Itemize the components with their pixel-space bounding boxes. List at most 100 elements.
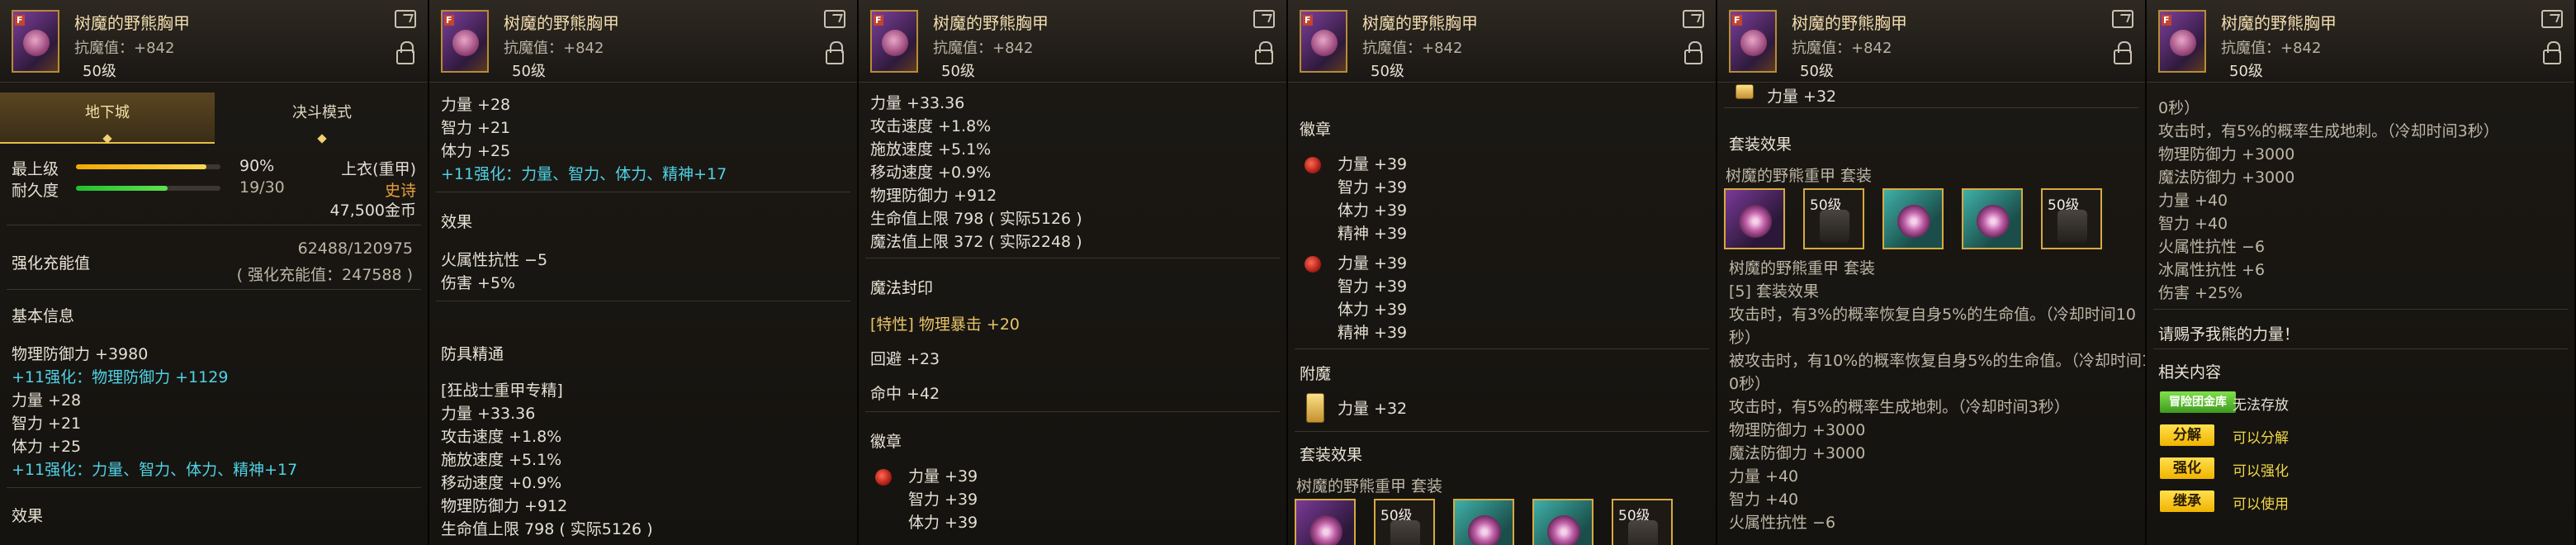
enchant-card-icon bbox=[1306, 393, 1324, 423]
emblem-title: 徽章 bbox=[1300, 121, 1332, 139]
set-item-icon[interactable] bbox=[1962, 188, 2023, 249]
stat-vit: 体力 +25 bbox=[12, 438, 82, 456]
e-str: 力量 +39 bbox=[908, 467, 978, 486]
set-item-icon[interactable] bbox=[1532, 499, 1593, 545]
set-item-icon[interactable] bbox=[1724, 188, 1785, 249]
divider bbox=[1295, 431, 1709, 432]
divider bbox=[2153, 348, 2568, 349]
item-header: F 树魔的野熊胸甲 抗魔值：+842 50级 bbox=[429, 0, 857, 83]
tooltip-panel-6: F 树魔的野熊胸甲 抗魔值：+842 50级 0秒） 攻击时，有5%的概率生成地… bbox=[2147, 0, 2576, 545]
desc-3: 攻击时，有5%的概率生成地刺。（冷却时间3秒） bbox=[2158, 122, 2499, 140]
item-header: F 树魔的野熊胸甲 抗魔值：+842 50级 bbox=[1717, 0, 2145, 83]
item-resistance: 抗魔值：+842 bbox=[933, 40, 1034, 57]
item-icon: F bbox=[2158, 10, 2206, 73]
desc-2a: 被攻击时，有10%的概率恢复自身5%的生命值。（冷却时间1 bbox=[1729, 352, 2147, 370]
set-item-icon[interactable] bbox=[1453, 499, 1514, 545]
set-effect-title: 套装效果 bbox=[1300, 446, 1363, 464]
set-item-icon[interactable] bbox=[1295, 499, 1356, 545]
inherit-button[interactable]: 继承 bbox=[2160, 490, 2214, 512]
trait: [特性] 物理暴击 +20 bbox=[870, 315, 1020, 334]
set-item-icon[interactable]: 50级 bbox=[2041, 188, 2102, 249]
effects-title: 效果 bbox=[441, 213, 473, 231]
e2-vit: 体力 +39 bbox=[1338, 301, 1408, 319]
hit: 命中 +42 bbox=[870, 385, 940, 403]
e2-int: 智力 +39 bbox=[1338, 277, 1408, 296]
enchant-title: 附魔 bbox=[1300, 365, 1332, 383]
flavor-text: 请赐予我熊的力量！ bbox=[2158, 325, 2300, 344]
bear-face-icon bbox=[23, 30, 50, 56]
vault-button[interactable]: 冒险团金库 bbox=[2160, 391, 2236, 413]
set-item-icon[interactable]: 50级 bbox=[1803, 188, 1864, 249]
divider bbox=[7, 289, 421, 290]
stat-vit: 体力 +25 bbox=[441, 142, 511, 160]
desc-cont: 0秒） bbox=[2158, 99, 2200, 117]
lock-icon[interactable] bbox=[2543, 41, 2561, 64]
item-level: 50级 bbox=[83, 63, 116, 80]
set-int: 智力 +40 bbox=[2158, 215, 2228, 233]
related-title: 相关内容 bbox=[2158, 363, 2222, 382]
m-str: 力量 +33.36 bbox=[441, 405, 536, 423]
set-mdef: 魔法防御力 +3000 bbox=[1729, 444, 1866, 462]
m-cast: 施放速度 +5.1% bbox=[441, 451, 562, 469]
m-hp: 生命值上限 798 ( 实际5126 ) bbox=[441, 520, 653, 538]
item-level: 50级 bbox=[941, 63, 975, 80]
armor-type: 上衣(重甲) bbox=[341, 160, 416, 178]
share-icon[interactable] bbox=[1253, 10, 1275, 28]
lock-icon[interactable] bbox=[396, 41, 414, 64]
vault-status: 无法存放 bbox=[2233, 397, 2289, 414]
item-name: 树魔的野熊胸甲 bbox=[74, 13, 190, 33]
tooltip-panel-4: F 树魔的野熊胸甲 抗魔值：+842 50级 徽章 力量 +39 智力 +39 … bbox=[1288, 0, 1717, 545]
icon-tag: F bbox=[1303, 15, 1313, 26]
icon-tag: F bbox=[444, 15, 454, 26]
set-item-icon[interactable]: 50级 bbox=[1612, 499, 1673, 545]
enhance-note: ( 强化充能值：247588 ) bbox=[236, 266, 413, 284]
set-item-icon[interactable]: 50级 bbox=[1374, 499, 1435, 545]
item-header: F 树魔的野熊胸甲 抗魔值：+842 50级 bbox=[859, 0, 1286, 83]
set-fire: 火属性抗性 −6 bbox=[2158, 238, 2266, 256]
set-item-icon[interactable] bbox=[1882, 188, 1944, 249]
set-int: 智力 +40 bbox=[1729, 490, 1799, 509]
item-icon: F bbox=[441, 10, 489, 73]
desc-3: 攻击时，有5%的概率生成地刺。（冷却时间3秒） bbox=[1729, 398, 2070, 416]
item-header: F 树魔的野熊胸甲 抗魔值：+842 50级 bbox=[1288, 0, 1716, 83]
share-icon[interactable] bbox=[2112, 10, 2133, 28]
decompose-button[interactable]: 分解 bbox=[2160, 424, 2214, 446]
item-resistance: 抗魔值：+842 bbox=[2221, 40, 2322, 57]
enhance-button[interactable]: 强化 bbox=[2160, 457, 2214, 479]
item-level: 50级 bbox=[1800, 63, 1834, 80]
icon-tag: F bbox=[2162, 15, 2171, 26]
e2-spi: 精神 +39 bbox=[1338, 324, 1408, 342]
lock-icon[interactable] bbox=[1255, 41, 1273, 64]
price: 47,500金币 bbox=[329, 201, 416, 220]
e-int: 智力 +39 bbox=[908, 490, 978, 509]
m-def: 物理防御力 +912 bbox=[870, 187, 997, 205]
bear-face-icon bbox=[2170, 30, 2196, 56]
item-name: 树魔的野熊胸甲 bbox=[933, 13, 1049, 33]
bear-face-icon bbox=[452, 30, 479, 56]
share-icon[interactable] bbox=[395, 10, 416, 28]
mastery-title: 防具精通 bbox=[441, 345, 504, 363]
tooltip-strip: F 树魔的野熊胸甲 抗魔值：+842 50级 地下城 决斗模式 最上级 90% … bbox=[0, 0, 2576, 545]
set-effect-title: 套装效果 bbox=[1729, 135, 1792, 154]
lock-icon[interactable] bbox=[826, 41, 844, 64]
share-icon[interactable] bbox=[2541, 10, 2563, 28]
share-icon[interactable] bbox=[1683, 10, 1704, 28]
set-name: 树魔的野熊重甲 套装 bbox=[1296, 477, 1443, 495]
inherit-status: 可以使用 bbox=[2233, 496, 2289, 513]
divider bbox=[865, 411, 1280, 412]
decompose-status: 可以分解 bbox=[2233, 430, 2289, 447]
item-name: 树魔的野熊胸甲 bbox=[1792, 13, 1907, 33]
share-icon[interactable] bbox=[824, 10, 845, 28]
lock-icon[interactable] bbox=[2114, 41, 2132, 64]
phys-def: 物理防御力 +3980 bbox=[12, 345, 149, 363]
desc-1b: 秒） bbox=[1729, 329, 1761, 347]
lock-icon[interactable] bbox=[1684, 41, 1702, 64]
mastery-type: [狂战士重甲专精] bbox=[441, 382, 563, 400]
icon-tag: F bbox=[874, 15, 883, 26]
set-water: 冰属性抗性 +6 bbox=[2158, 261, 2266, 279]
plus11-all: +11强化：力量、智力、体力、精神+17 bbox=[441, 165, 727, 183]
set-fire: 火属性抗性 −6 bbox=[1729, 514, 1836, 532]
rarity: 史诗 bbox=[384, 182, 416, 200]
desc-2b: 0秒） bbox=[1729, 375, 1771, 393]
item-resistance: 抗魔值：+842 bbox=[1362, 40, 1463, 57]
